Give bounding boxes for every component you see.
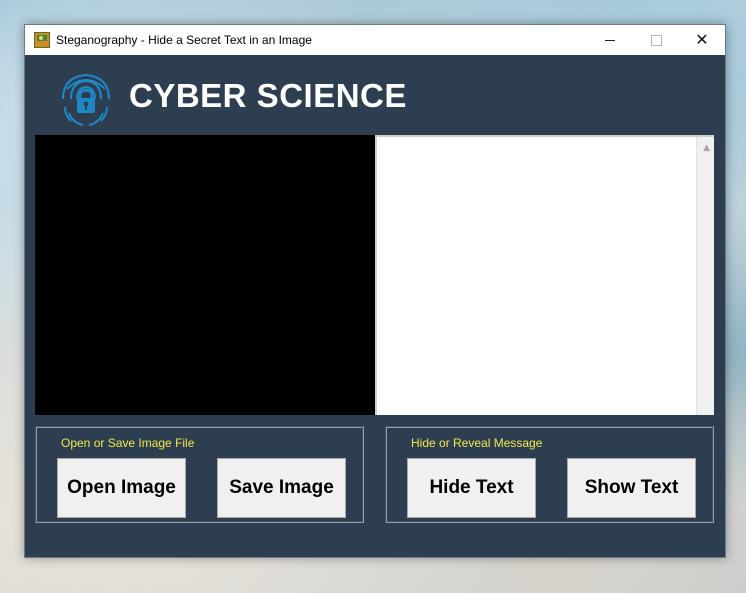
vertical-scrollbar[interactable]: ▲	[696, 137, 714, 415]
minimize-button[interactable]	[587, 25, 633, 55]
message-textarea[interactable]: ▲	[375, 135, 714, 415]
show-text-button[interactable]: Show Text	[567, 458, 696, 518]
hide-text-button[interactable]: Hide Text	[407, 458, 536, 518]
open-image-button[interactable]: Open Image	[57, 458, 186, 518]
brand-title: CYBER SCIENCE	[129, 77, 407, 114]
scroll-up-arrow-icon[interactable]: ▲	[703, 143, 710, 153]
save-image-button[interactable]: Save Image	[217, 458, 346, 518]
close-button[interactable]: ✕	[679, 25, 725, 55]
app-window: Steganography - Hide a Secret Text in an…	[24, 24, 726, 558]
image-file-group-label: Open or Save Image File	[61, 436, 195, 450]
minimize-icon	[605, 39, 615, 41]
maximize-button[interactable]	[633, 25, 679, 55]
image-file-group: Open or Save Image File Open Image Save …	[35, 426, 364, 523]
maximize-icon	[650, 34, 662, 46]
landscape-picture-icon	[34, 32, 50, 48]
title-bar[interactable]: Steganography - Hide a Secret Text in an…	[25, 25, 725, 55]
image-preview	[35, 135, 375, 415]
app-header: CYBER SCIENCE	[25, 55, 725, 135]
fingerprint-lock-icon	[59, 69, 113, 127]
message-group-label: Hide or Reveal Message	[411, 436, 543, 450]
close-icon: ✕	[695, 30, 709, 49]
window-title: Steganography - Hide a Secret Text in an…	[56, 33, 312, 47]
message-group: Hide or Reveal Message Hide Text Show Te…	[385, 426, 714, 523]
